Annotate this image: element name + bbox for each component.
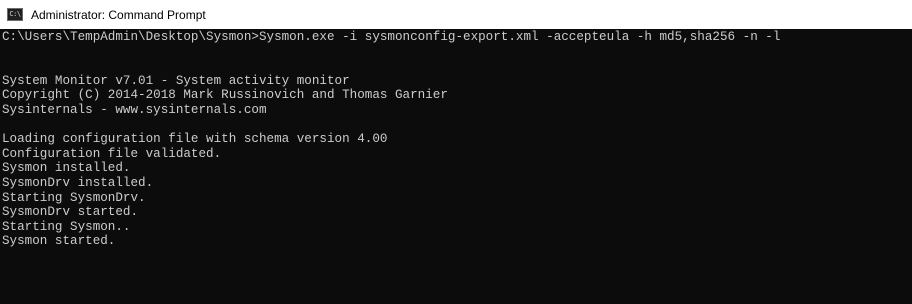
console-output-line: Starting SysmonDrv. (2, 190, 146, 205)
title-bar[interactable]: C:\ Administrator: Command Prompt (0, 0, 912, 29)
console-area[interactable]: C:\Users\TempAdmin\Desktop\Sysmon>Sysmon… (0, 29, 912, 304)
console-command-line: C:\Users\TempAdmin\Desktop\Sysmon>Sysmon… (2, 30, 781, 44)
console-output: C:\Users\TempAdmin\Desktop\Sysmon>Sysmon… (2, 30, 780, 249)
console-output-line: SysmonDrv installed. (2, 175, 154, 190)
console-output-line: Loading configuration file with schema v… (2, 132, 388, 147)
cmd-icon: C:\ (7, 8, 23, 21)
cmd-icon-glyph: C:\ (9, 10, 21, 18)
console-output-line: Configuration file validated. (2, 146, 222, 161)
console-output-line: Sysmon started. (2, 234, 116, 249)
command-prompt-window: C:\ Administrator: Command Prompt C:\Use… (0, 0, 912, 304)
console-output-line: SysmonDrv started. (2, 205, 139, 220)
window-title: Administrator: Command Prompt (31, 7, 206, 22)
console-output-line: Starting Sysmon.. (2, 219, 131, 234)
console-banner-line: System Monitor v7.01 - System activity m… (2, 73, 350, 88)
console-output-line: Sysmon installed. (2, 161, 131, 176)
console-banner-line: Sysinternals - www.sysinternals.com (2, 102, 267, 117)
console-banner-line: Copyright (C) 2014-2018 Mark Russinovich… (2, 88, 448, 103)
